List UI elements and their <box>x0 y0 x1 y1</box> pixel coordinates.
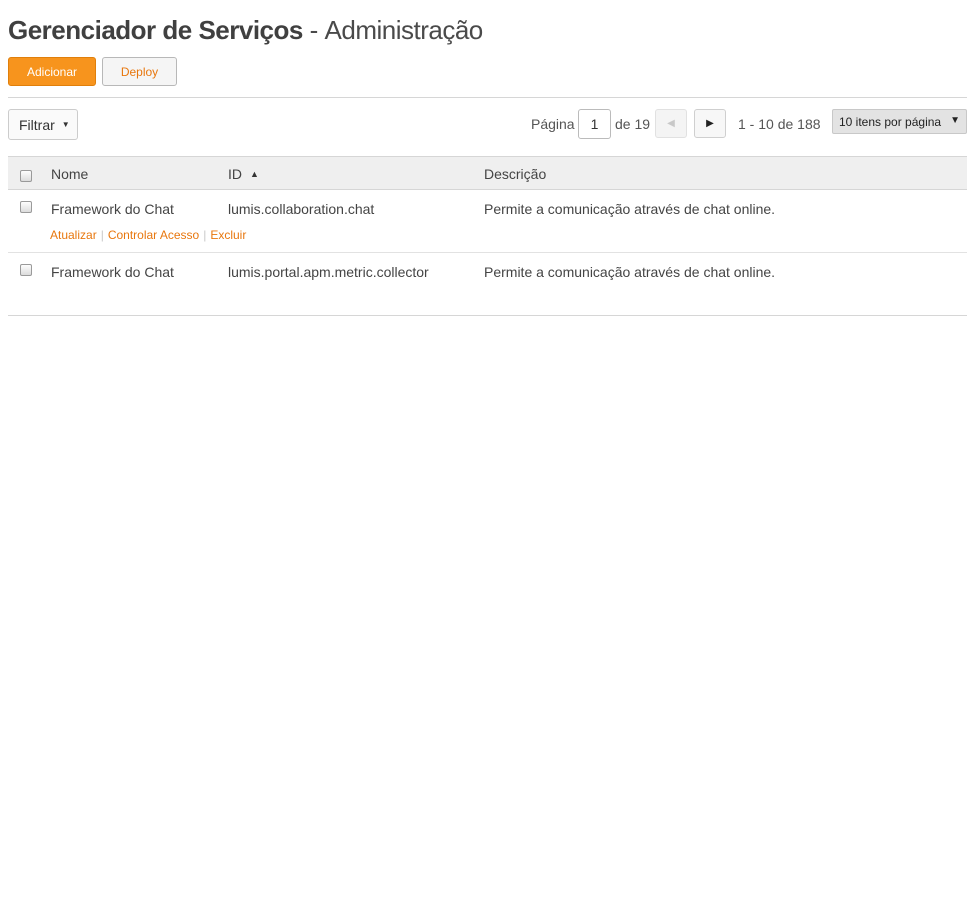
access-control-link[interactable]: Controlar Acesso <box>108 228 199 242</box>
items-range-label: 1 - 10 de 188 <box>738 116 821 132</box>
divider <box>8 315 967 316</box>
caret-down-icon: ▼ <box>61 120 70 129</box>
page-title-section: Administração <box>324 15 484 45</box>
column-header-nome[interactable]: Nome <box>51 166 88 182</box>
cell-descricao: Permite a comunicação através de chat on… <box>484 264 776 280</box>
cell-nome: Framework do Chat <box>51 201 174 217</box>
page-title-main: Gerenciador de Serviços <box>8 15 303 45</box>
row-actions: Atualizar | Controlar Acesso | Excluir <box>50 228 246 242</box>
divider <box>8 97 967 98</box>
cell-id: lumis.portal.apm.metric.collector <box>228 264 429 280</box>
dropdown-arrow-icon: ▼ <box>950 115 960 126</box>
items-per-page-value: 10 itens por página <box>839 114 942 129</box>
column-header-id[interactable]: ID ▲ <box>228 166 259 182</box>
page-total-label: de 19 <box>615 116 651 132</box>
triangle-left-icon: ◀ <box>667 118 675 129</box>
page-number-input[interactable] <box>578 109 611 139</box>
deploy-button[interactable]: Deploy <box>102 57 177 86</box>
sort-ascending-icon: ▲ <box>250 169 259 179</box>
select-all-checkbox[interactable] <box>20 170 32 182</box>
page-title: Gerenciador de Serviços - Administração <box>8 13 483 47</box>
table-row: Framework do Chat lumis.portal.apm.metri… <box>8 253 967 316</box>
filter-label: Filtrar <box>19 116 55 133</box>
table-header: Nome ID ▲ Descrição <box>8 156 967 190</box>
column-header-descricao[interactable]: Descrição <box>484 166 546 182</box>
delete-link[interactable]: Excluir <box>210 228 246 242</box>
action-separator: | <box>100 228 104 242</box>
cell-nome: Framework do Chat <box>51 264 174 280</box>
cell-id: lumis.collaboration.chat <box>228 201 375 217</box>
page-label: Página <box>531 116 575 132</box>
action-separator: | <box>203 228 207 242</box>
filter-button[interactable]: Filtrar ▼ <box>8 109 78 140</box>
row-checkbox[interactable] <box>20 264 32 276</box>
previous-page-button[interactable]: ◀ <box>655 109 687 138</box>
update-link[interactable]: Atualizar <box>50 228 97 242</box>
cell-descricao: Permite a comunicação através de chat on… <box>484 201 776 217</box>
add-button[interactable]: Adicionar <box>8 57 96 86</box>
page-title-separator: - <box>309 15 319 45</box>
next-page-button[interactable]: ▶ <box>694 109 726 138</box>
triangle-right-icon: ▶ <box>706 118 714 129</box>
column-header-id-label: ID <box>228 166 242 182</box>
items-per-page-select[interactable]: 10 itens por página ▼ <box>832 109 967 134</box>
row-checkbox[interactable] <box>20 201 32 213</box>
table-row: Framework do Chat lumis.collaboration.ch… <box>8 190 967 253</box>
